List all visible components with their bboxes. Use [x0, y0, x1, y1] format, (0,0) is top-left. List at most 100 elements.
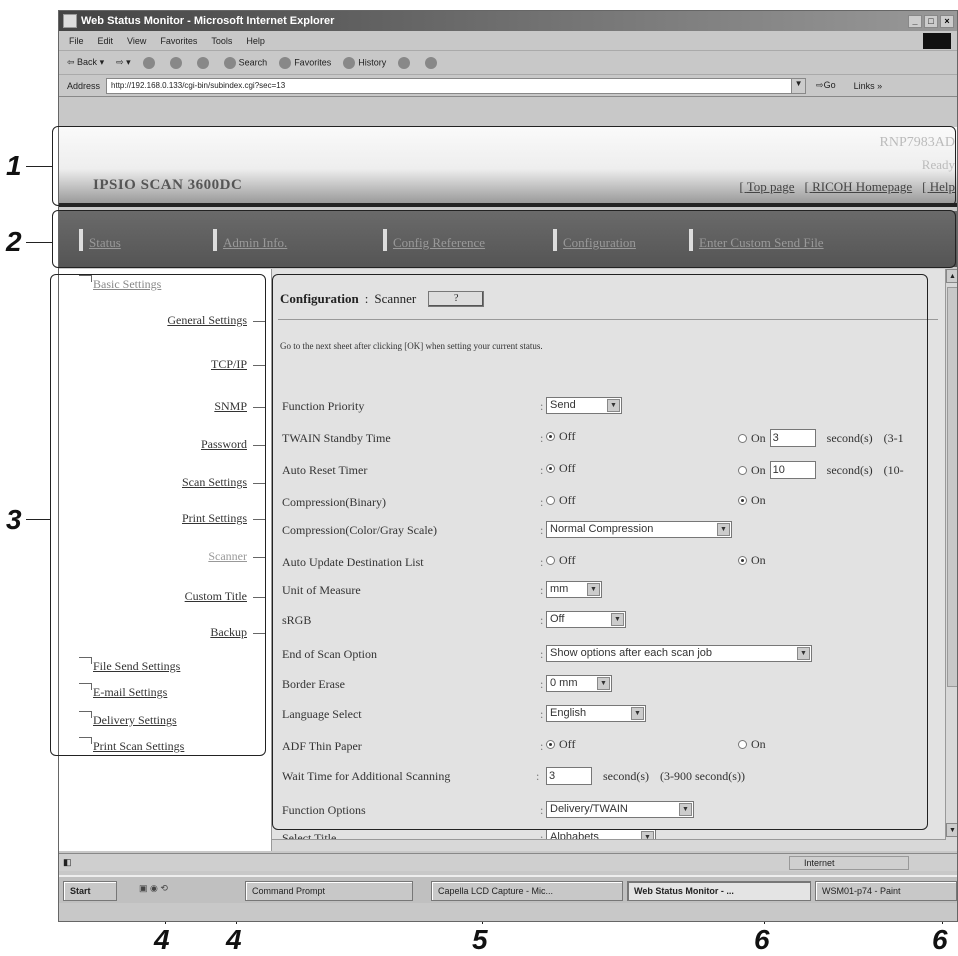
scroll-thumb[interactable]	[947, 287, 957, 687]
nav-enter-custom-send-file[interactable]: Enter Custom Send File	[689, 229, 824, 251]
setting-label: Compression(Binary)	[282, 495, 386, 509]
menu-edit[interactable]: Edit	[98, 36, 114, 46]
back-button[interactable]: ⇦ Back ▾	[67, 57, 104, 68]
twain-standby-off-radio[interactable]	[546, 432, 555, 441]
nav-admin-info[interactable]: Admin Info.	[212, 229, 287, 251]
help-link[interactable]: Help	[922, 179, 955, 195]
sidebar-item-backup[interactable]: Backup	[210, 625, 265, 640]
adf-thin-paper-on-radio[interactable]	[738, 740, 747, 749]
sidebar-item-print-settings[interactable]: Print Settings	[182, 511, 266, 526]
top-page-link[interactable]: Top page	[739, 179, 795, 195]
basic-settings-link[interactable]: Basic Settings	[93, 277, 161, 292]
taskbar-paint[interactable]: WSM01-p74 - Paint	[815, 881, 957, 901]
menu-file[interactable]: File	[69, 36, 84, 46]
sidebar-item-tcpip[interactable]: TCP/IP	[211, 357, 266, 372]
favorites-icon	[279, 56, 292, 69]
window-titlebar[interactable]: Web Status Monitor - Microsoft Internet …	[59, 11, 957, 31]
setting-row: TWAIN Standby Time: Off On 3 second(s) (3…	[282, 429, 904, 447]
sidebar-item-general-settings[interactable]: General Settings	[167, 313, 265, 328]
compression-color-select[interactable]: Normal Compression ▼	[546, 521, 732, 538]
dropdown-arrow-icon: ▼	[597, 677, 610, 690]
adf-thin-paper-off-radio[interactable]	[546, 740, 555, 749]
wait-time-input[interactable]: 3	[546, 767, 592, 785]
menu-help[interactable]: Help	[246, 36, 265, 46]
taskbar: Start ▣ ◉ ⟲ Command Prompt Capella LCD C…	[59, 875, 957, 903]
nav-config-reference[interactable]: Config Reference	[382, 229, 485, 251]
quick-launch-icons[interactable]: ▣ ◉ ⟲	[139, 883, 168, 894]
vertical-scrollbar[interactable]: ▲ ▼	[945, 269, 957, 851]
search-icon	[223, 56, 236, 69]
language-select[interactable]: English ▼	[546, 705, 646, 722]
sidebar-item-scan-settings[interactable]: Scan Settings	[182, 475, 265, 490]
setting-label: Auto Reset Timer	[282, 463, 368, 477]
auto-update-off-radio[interactable]	[546, 556, 555, 565]
home-icon[interactable]	[196, 56, 209, 69]
search-button[interactable]: Search	[223, 56, 267, 69]
setting-label: sRGB	[282, 613, 312, 627]
callout-4b: 4	[226, 924, 242, 955]
mail-icon[interactable]	[398, 56, 411, 69]
compression-binary-on-radio[interactable]	[738, 496, 747, 505]
nav-frame: Status Admin Info. Config Reference Conf…	[59, 211, 957, 267]
callout-4a: 4	[154, 924, 170, 955]
auto-update-on-radio[interactable]	[738, 556, 747, 565]
srgb-select[interactable]: Off ▼	[546, 611, 626, 628]
sidebar-item-scanner[interactable]: Scanner	[208, 549, 265, 564]
auto-reset-on-radio[interactable]	[738, 465, 747, 475]
end-of-scan-select[interactable]: Show options after each scan job ▼	[546, 645, 812, 662]
auto-reset-off-radio[interactable]	[546, 464, 555, 473]
menu-view[interactable]: View	[127, 36, 146, 46]
print-icon[interactable]	[425, 56, 438, 69]
maximize-button[interactable]: □	[924, 14, 938, 28]
minimize-button[interactable]: _	[908, 14, 922, 28]
setting-row: Function Priority: Send ▼	[282, 397, 942, 417]
forward-button[interactable]: ⇨ ▾	[116, 57, 131, 68]
menu-favorites[interactable]: Favorites	[160, 36, 197, 46]
function-options-select[interactable]: Delivery/TWAIN ▼	[546, 801, 694, 818]
sidebar-group-file-send-settings[interactable]: File Send Settings	[93, 659, 180, 674]
config-heading: Configuration : Scanner ?	[280, 291, 485, 307]
start-button[interactable]: Start	[63, 881, 117, 901]
setting-label: Language Select	[282, 707, 362, 721]
ricoh-homepage-link[interactable]: RICOH Homepage	[805, 179, 912, 195]
stop-icon[interactable]	[142, 56, 155, 69]
auto-reset-seconds-input[interactable]: 10	[769, 461, 816, 479]
browser-window: Web Status Monitor - Microsoft Internet …	[58, 10, 958, 922]
sidebar-group-delivery-settings[interactable]: Delivery Settings	[93, 713, 177, 728]
nav-configuration[interactable]: Configuration	[553, 229, 636, 251]
sidebar-item-snmp[interactable]: SNMP	[214, 399, 265, 414]
address-input[interactable]: http://192.168.0.133/cgi-bin/subindex.cg…	[106, 77, 807, 94]
sidebar-item-password[interactable]: Password	[201, 437, 266, 452]
address-dropdown-icon[interactable]: ▼	[791, 78, 806, 93]
scroll-down-icon[interactable]: ▼	[946, 823, 957, 837]
help-button[interactable]: ?	[428, 291, 485, 307]
setting-row: Compression(Color/Gray Scale): Normal Co…	[282, 521, 942, 541]
taskbar-command-prompt[interactable]: Command Prompt	[245, 881, 413, 901]
go-button[interactable]: ⇨Go	[816, 80, 836, 91]
select-title-select[interactable]: Alphabets ▼	[546, 829, 656, 839]
twain-standby-seconds-input[interactable]: 3	[769, 429, 816, 447]
twain-standby-on-radio[interactable]	[738, 433, 747, 443]
compression-binary-off-radio[interactable]	[546, 496, 555, 505]
dropdown-arrow-icon: ▼	[607, 399, 620, 412]
address-url: http://192.168.0.133/cgi-bin/subindex.cg…	[111, 81, 286, 90]
taskbar-capella[interactable]: Capella LCD Capture - Mic...	[431, 881, 623, 901]
horizontal-scrollbar[interactable]	[272, 839, 946, 851]
sidebar-group-email-settings[interactable]: E-mail Settings	[93, 685, 167, 700]
nav-status[interactable]: Status	[79, 229, 121, 251]
function-priority-select[interactable]: Send ▼	[546, 397, 622, 414]
history-button[interactable]: History	[343, 56, 386, 69]
border-erase-select[interactable]: 0 mm ▼	[546, 675, 612, 692]
favorites-button[interactable]: Favorites	[279, 56, 331, 69]
sidebar-group-print-scan-settings[interactable]: Print Scan Settings	[93, 739, 184, 754]
unit-of-measure-select[interactable]: mm ▼	[546, 581, 602, 598]
close-button[interactable]: ×	[940, 14, 954, 28]
scroll-up-icon[interactable]: ▲	[946, 269, 957, 283]
setting-label: ADF Thin Paper	[282, 739, 362, 753]
refresh-icon[interactable]	[169, 56, 182, 69]
links-button[interactable]: Links »	[854, 81, 883, 91]
menu-tools[interactable]: Tools	[211, 36, 232, 46]
toolbar: ⇦ Back ▾ ⇨ ▾ Search Favorites History	[59, 51, 957, 75]
sidebar-item-custom-title[interactable]: Custom Title	[185, 589, 266, 604]
taskbar-web-status-monitor[interactable]: Web Status Monitor - ...	[627, 881, 811, 901]
